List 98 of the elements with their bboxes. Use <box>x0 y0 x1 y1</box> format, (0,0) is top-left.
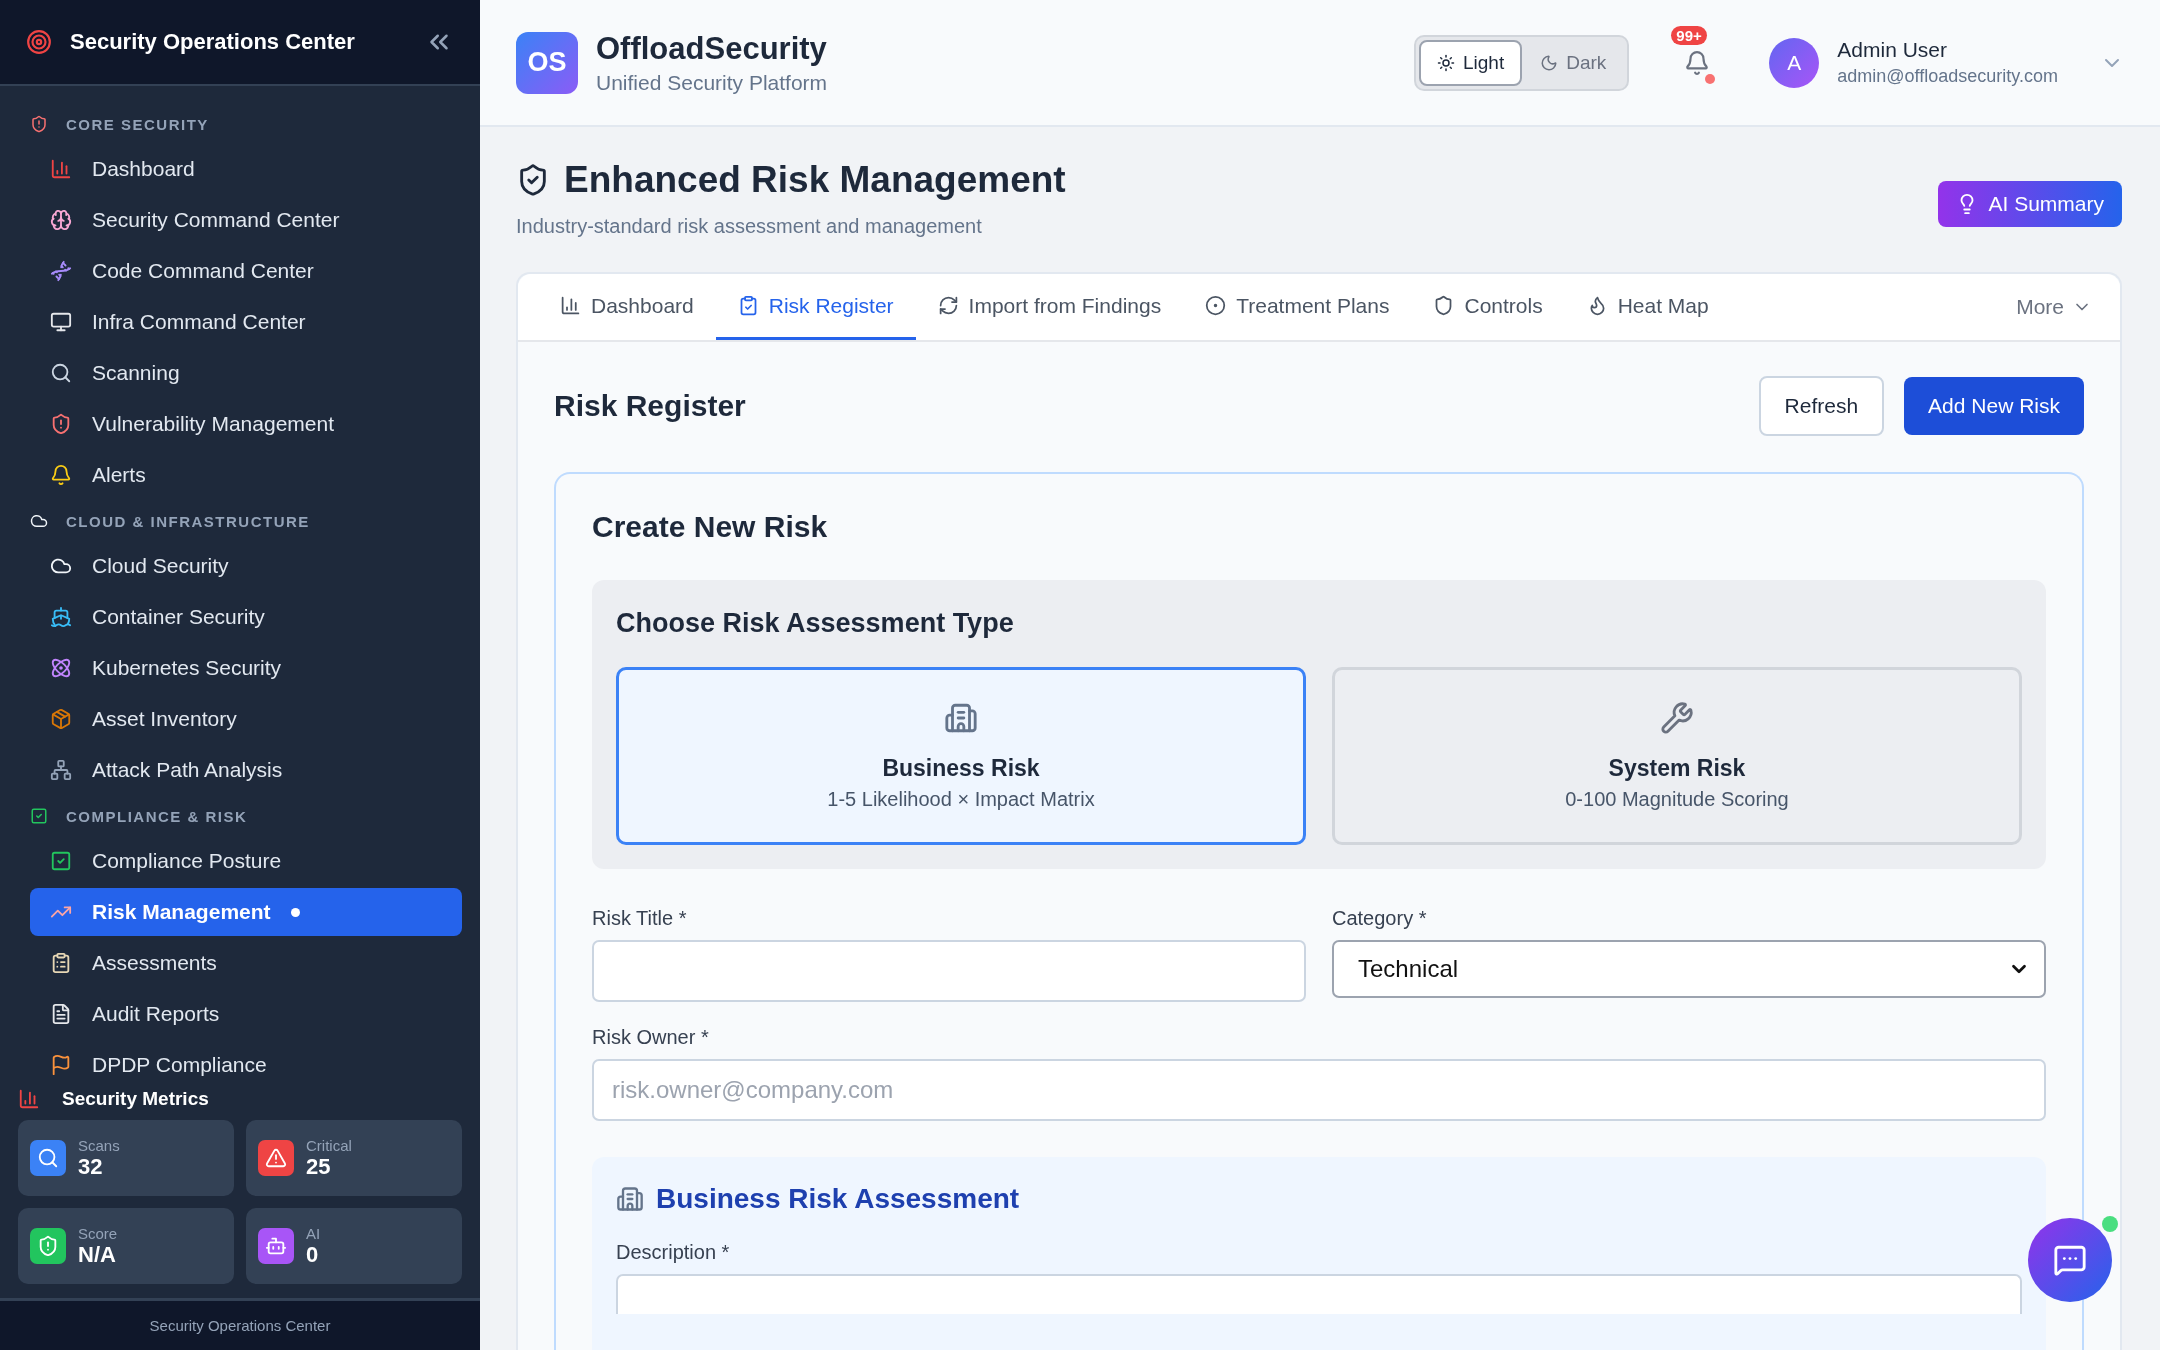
section-title: Risk Register <box>554 389 747 423</box>
user-name: Admin User <box>1837 38 1948 62</box>
bell-icon[interactable] <box>1684 49 1711 76</box>
brand-name: OffloadSecurity <box>596 30 828 67</box>
metric-value: 25 <box>306 1153 332 1180</box>
theme-option[interactable]: Light <box>1418 39 1523 86</box>
notification-badge: 99+ <box>1671 25 1707 45</box>
section-label: CORE SECURITY <box>66 115 209 133</box>
building-icon <box>616 1185 644 1213</box>
metric-label: AI <box>306 1224 321 1242</box>
metric-label: Score <box>78 1224 118 1242</box>
nav-item[interactable]: Code Command Center <box>30 247 462 295</box>
field-label: Description * <box>616 1241 731 1264</box>
sun-icon <box>1436 53 1455 72</box>
nav-item[interactable]: Dashboard <box>30 145 462 193</box>
tab[interactable]: Controls <box>1411 274 1565 340</box>
moon-icon <box>1540 53 1559 72</box>
bar-chart-icon <box>18 1088 40 1110</box>
shield-icon <box>30 115 48 133</box>
nav-item[interactable]: DPDP Compliance <box>30 1041 462 1082</box>
metrics-title: Security Metrics <box>62 1088 209 1110</box>
package-icon <box>50 708 72 730</box>
flag-icon <box>50 1054 72 1076</box>
nav-item[interactable]: Risk Management <box>30 888 462 936</box>
document-icon <box>50 1003 72 1025</box>
search-icon <box>50 362 72 384</box>
logo: OS <box>516 31 578 94</box>
cloud-icon <box>30 512 48 530</box>
metric-value: 0 <box>306 1241 320 1268</box>
chat-icon <box>2053 1243 2087 1277</box>
metric-value: N/A <box>78 1241 117 1268</box>
field-label: Category * <box>1332 907 1428 930</box>
shield-icon <box>50 413 72 435</box>
bell-icon <box>50 464 72 486</box>
checkbox-icon <box>30 807 48 825</box>
active-dot <box>290 907 300 917</box>
tab[interactable]: Treatment Plans <box>1183 274 1412 340</box>
more-button[interactable]: More <box>2010 274 2098 340</box>
tab[interactable]: Import from Findings <box>915 274 1184 340</box>
nav-item[interactable]: Security Command Center <box>30 196 462 244</box>
ship-icon <box>50 606 72 628</box>
nav-item[interactable]: Vulnerability Management <box>30 400 462 448</box>
brain-icon <box>50 209 72 231</box>
bar-chart-icon <box>50 158 72 180</box>
add-risk-button[interactable]: Add New Risk <box>1904 377 2084 435</box>
target-icon <box>26 29 52 55</box>
tab[interactable]: Dashboard <box>538 274 716 340</box>
metric-value: 32 <box>78 1153 104 1180</box>
type-option[interactable]: Business Risk 1-5 Likelihood × Impact Matrix <box>616 667 1306 845</box>
nav-item[interactable]: Assessments <box>30 939 462 987</box>
refresh-button[interactable]: Refresh <box>1758 376 1885 436</box>
clipboard-icon <box>50 952 72 974</box>
section-label: CLOUD & INFRASTRUCTURE <box>66 512 310 530</box>
theme-option[interactable]: Dark <box>1522 39 1625 86</box>
brand-tagline: Unified Security Platform <box>596 70 829 95</box>
panel-title: Business Risk Assessment <box>656 1183 1020 1215</box>
panel-title: Choose Risk Assessment Type <box>616 608 1015 639</box>
atom-icon <box>50 657 72 679</box>
nav-item[interactable]: Kubernetes Security <box>30 644 462 692</box>
network-icon <box>50 759 72 781</box>
dna-icon <box>50 260 72 282</box>
nav-item[interactable]: Infra Command Center <box>30 298 462 346</box>
nav-item[interactable]: Compliance Posture <box>30 837 462 885</box>
bar-chart-icon <box>560 295 581 316</box>
nav-item[interactable]: Asset Inventory <box>30 695 462 743</box>
nav-item[interactable]: Alerts <box>30 451 462 499</box>
category-select[interactable]: Technical <box>1332 940 2046 998</box>
sidebar-title: Security Operations Center <box>70 29 356 55</box>
checkbox-icon <box>50 850 72 872</box>
status-dot <box>1705 73 1716 84</box>
avatar[interactable]: A <box>1769 37 1820 88</box>
metric-label: Scans <box>78 1136 120 1154</box>
nav-item[interactable]: Attack Path Analysis <box>30 746 462 794</box>
field-label: Risk Owner * <box>592 1026 710 1049</box>
page-title: Enhanced Risk Management <box>564 159 1066 201</box>
risk-title-field[interactable] <box>592 940 1306 1002</box>
type-option[interactable]: System Risk 0-100 Magnitude Scoring <box>1332 667 2022 845</box>
metric-label: Critical <box>306 1136 352 1154</box>
form-title: Create New Risk <box>592 510 829 544</box>
nav-item[interactable]: Container Security <box>30 593 462 641</box>
ai-summary-button[interactable]: AI Summary <box>1938 181 2122 227</box>
page-subtitle: Industry-standard risk assessment and management <box>516 215 983 238</box>
tab[interactable]: Heat Map <box>1564 274 1731 340</box>
risk-owner-field[interactable]: risk.owner@company.com <box>592 1059 2046 1121</box>
sidebar-footer: Security Operations Center <box>0 1298 480 1350</box>
tab[interactable]: Risk Register <box>715 274 916 340</box>
monitor-icon <box>50 311 72 333</box>
building-icon <box>944 701 978 735</box>
nav-item[interactable]: Scanning <box>30 349 462 397</box>
user-email: admin@offloadsecurity.com <box>1837 66 2058 87</box>
target-icon <box>1205 295 1227 316</box>
wrench-icon <box>1660 701 1694 735</box>
field-label: Risk Title * <box>592 907 688 930</box>
nav-item[interactable]: Cloud Security <box>30 542 462 590</box>
refresh-icon <box>937 295 959 316</box>
nav-item[interactable]: Audit Reports <box>30 990 462 1038</box>
section-label: COMPLIANCE & RISK <box>66 807 248 825</box>
description-field[interactable] <box>616 1274 2022 1314</box>
